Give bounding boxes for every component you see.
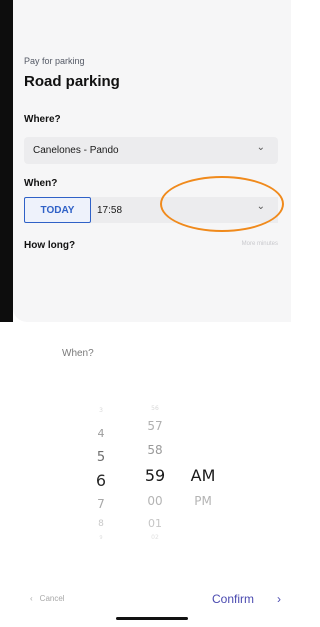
where-label: Where? [24,114,61,125]
minute-option[interactable]: 56 [140,406,170,412]
how-long-label: How long? [24,240,76,251]
cancel-button[interactable]: ‹ Cancel [30,594,65,603]
where-select[interactable]: Canelones - Pando ⌄ [24,137,278,164]
chevron-right-icon[interactable]: › [277,592,281,606]
minute-option[interactable]: 01 [140,518,170,529]
where-select-value: Canelones - Pando [33,145,119,156]
page-title: Road parking [24,73,120,90]
hour-option[interactable]: 7 [88,498,114,510]
page-subtitle: Pay for parking [24,56,85,66]
minute-option[interactable]: 00 [140,495,170,507]
more-minutes-link[interactable]: More minutes [242,241,278,247]
ampm-option-selected[interactable]: AM [186,468,220,484]
time-select-value: 17:58 [97,204,123,216]
hour-option[interactable]: 5 [88,451,114,464]
picker-title: When? [62,348,94,359]
today-button[interactable]: TODAY [24,197,91,223]
cancel-label: Cancel [39,594,65,603]
annotation-highlight-ellipse [160,176,284,232]
hour-option[interactable]: 8 [88,520,114,529]
parking-form-area: Pay for parking Road parking Where? Cane… [0,0,291,322]
minute-option[interactable]: 58 [140,444,170,456]
when-label: When? [24,178,58,189]
hour-option-selected[interactable]: 6 [88,473,114,489]
minute-option-selected[interactable]: 59 [140,468,170,484]
home-indicator [116,617,188,620]
minute-option[interactable]: 02 [140,535,170,541]
minute-option[interactable]: 57 [140,420,170,432]
hour-option[interactable]: 4 [88,428,114,439]
ampm-option[interactable]: PM [186,495,220,507]
hour-option[interactable]: 9 [88,536,114,541]
hour-option[interactable]: 3 [88,408,114,414]
confirm-button[interactable]: Confirm [212,592,254,606]
chevron-left-icon: ‹ [30,594,33,603]
chevron-down-icon: ⌄ [256,142,265,153]
left-edge-bar [0,0,13,322]
